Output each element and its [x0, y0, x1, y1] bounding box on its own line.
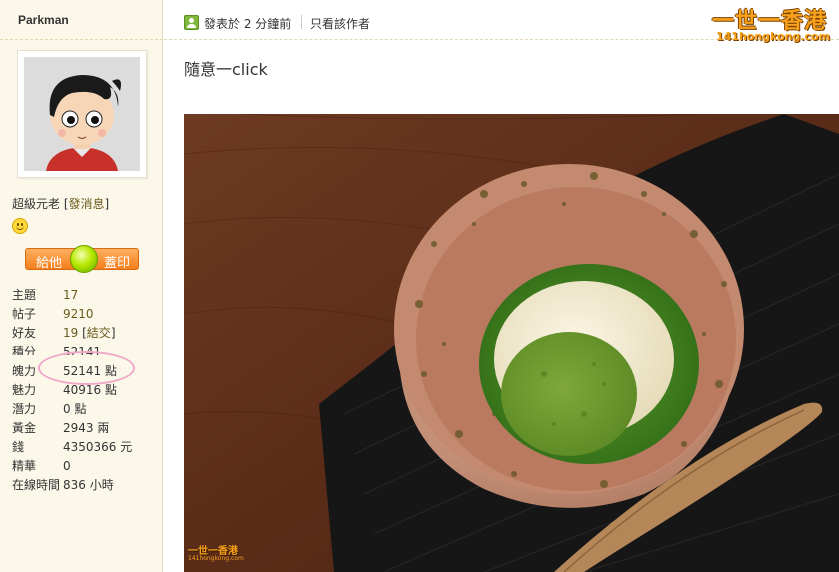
stamp-button-right-label: 蓋印 [103, 256, 130, 271]
highlight-circle [38, 351, 135, 385]
avatar-image [24, 57, 140, 171]
stat-friends: 好友 19 [結交] [12, 326, 116, 340]
stamp-button-left-label: 給他 [36, 256, 63, 271]
stat-posts: 帖子 9210 [12, 307, 94, 321]
stat-money: 錢 4350366 元 [12, 440, 133, 454]
stamp-ball-icon [70, 245, 98, 273]
user-rank: 超級元老 [發消息] [12, 197, 110, 211]
logo-url: 141hongkong.com [716, 30, 831, 43]
stat-gold: 黃金 2943 兩 [12, 421, 110, 435]
divider [301, 15, 302, 29]
stat-essence: 精華 0 [12, 459, 71, 473]
author-only-link[interactable]: 只看該作者 [310, 15, 370, 32]
username[interactable]: Parkman [0, 0, 163, 40]
user-stats: 主題 17 帖子 9210 好友 19 [結交] 積分 52141 魄力 52141 點 … [12, 287, 162, 496]
site-logo[interactable]: 一世一香港 141hongkong.com [712, 3, 836, 45]
online-user-icon [184, 15, 199, 30]
stat-topics: 主題 17 [12, 288, 79, 302]
post-photo[interactable]: 一世一香港 141hongkong.com [184, 114, 839, 572]
add-friend-link[interactable]: 結交 [87, 326, 111, 340]
stat-potential: 潛力 0 點 [12, 402, 87, 416]
stat-online-time: 在線時間 836 小時 [12, 478, 114, 492]
send-message-link[interactable]: 發消息 [69, 197, 105, 211]
post-time: 發表於 2 分鐘前 [204, 17, 292, 31]
avatar[interactable] [17, 50, 147, 178]
stamp-button[interactable]: 給他 蓋印 [25, 245, 139, 273]
smiley-icon [12, 218, 28, 234]
post-title: 隨意一click [184, 60, 268, 79]
rank-title: 超級元老 [12, 197, 61, 211]
user-sidebar: Parkman 超級元老 [發消息] 給他 蓋印 主題 17 帖子 9210 好… [0, 0, 163, 572]
photo-watermark-url: 141hongkong.com [188, 555, 244, 562]
